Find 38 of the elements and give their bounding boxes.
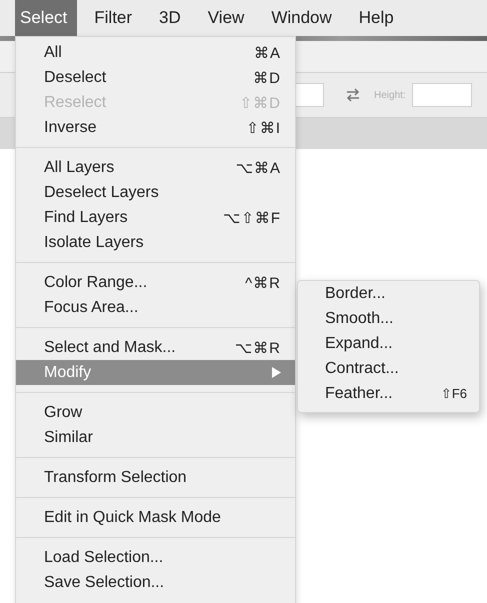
shortcut-label: ⌥⌘R — [234, 338, 281, 356]
shortcut-label: ⌥⇧⌘F — [222, 208, 281, 226]
menu-item[interactable]: Contract... — [298, 356, 479, 381]
menu-item[interactable]: All Layers ⌥⌘A — [16, 155, 295, 180]
menu-bar-item[interactable]: 3D — [154, 0, 191, 36]
menu-bar-item[interactable]: Window — [266, 0, 342, 36]
menu-item[interactable]: Inverse ⇧⌘I — [16, 115, 295, 140]
height-field[interactable] — [412, 83, 472, 107]
menu-item[interactable]: Border... — [298, 281, 479, 306]
menu-item[interactable]: Grow — [16, 400, 295, 425]
menu-bar-item[interactable]: View — [202, 0, 254, 36]
menu-item[interactable]: Focus Area... — [16, 295, 295, 320]
shortcut-label: ^⌘R — [245, 274, 281, 292]
menu-bar-item[interactable]: Filter — [89, 0, 142, 36]
menu-item[interactable]: Smooth... — [298, 306, 479, 331]
menu-item[interactable]: Transform Selection — [16, 465, 295, 490]
menu-item[interactable]: Save Selection... — [16, 570, 295, 595]
shortcut-label: ⇧⌘I — [246, 118, 281, 136]
shortcut-label: ⇧⌘D — [240, 94, 281, 112]
menu-item[interactable]: Select and Mask... ⌥⌘R — [16, 335, 295, 360]
menu-item[interactable]: Deselect ⌘D — [16, 65, 295, 90]
menu-item[interactable]: Load Selection... — [16, 545, 295, 570]
menu-item[interactable]: Color Range... ^⌘R — [16, 270, 295, 295]
menu-item[interactable]: Similar — [16, 425, 295, 450]
swap-arrows-icon[interactable] — [345, 87, 361, 103]
height-label: Height: — [374, 90, 406, 100]
shortcut-label: ⇧F6 — [440, 386, 467, 402]
shortcut-label: ⌘D — [253, 68, 281, 86]
shortcut-label: ⌘A — [254, 44, 281, 62]
menu-item[interactable]: Deselect Layers — [16, 180, 295, 205]
menu-item[interactable]: Find Layers ⌥⇧⌘F — [16, 205, 295, 230]
menu-item[interactable]: Isolate Layers — [16, 230, 295, 255]
menu-item[interactable]: Edit in Quick Mask Mode — [16, 505, 295, 530]
menu-bar-item[interactable]: Help — [354, 0, 404, 36]
shortcut-label: ⌥⌘A — [236, 158, 281, 176]
menu-item[interactable]: Expand... — [298, 331, 479, 356]
menu-item[interactable]: Feather... ⇧F6 — [298, 381, 479, 406]
menu-bar-item[interactable]: Select — [15, 0, 78, 36]
